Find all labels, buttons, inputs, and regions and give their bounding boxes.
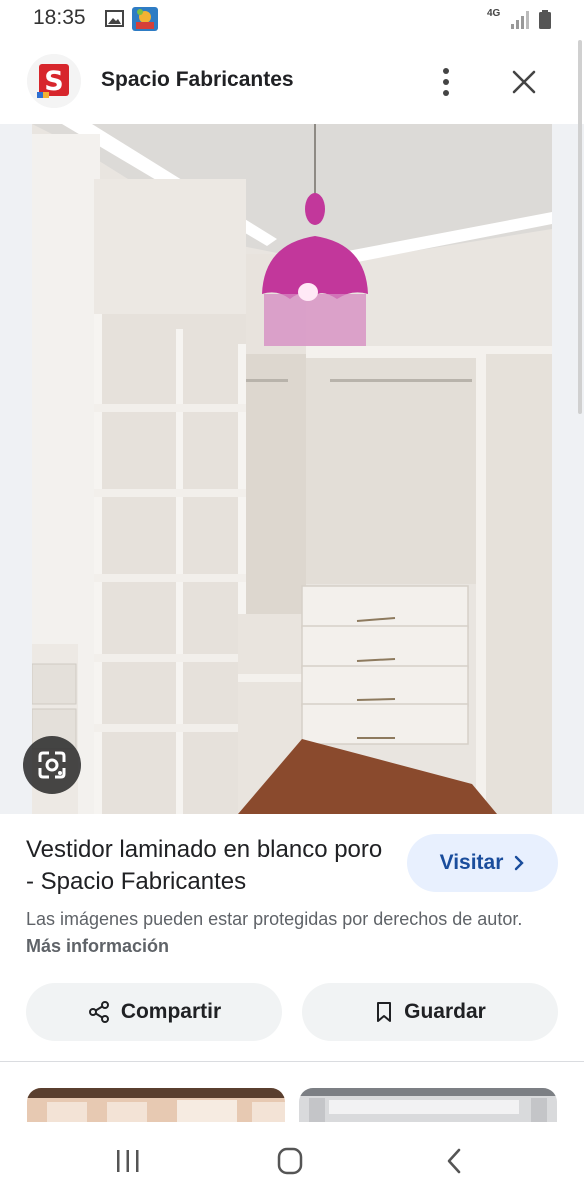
back-icon bbox=[447, 1148, 461, 1174]
recent-apps-icon bbox=[117, 1150, 139, 1172]
network-indicator: 4G bbox=[487, 8, 501, 19]
battery-icon bbox=[539, 10, 551, 29]
result-title[interactable]: Vestidor laminado en blanco poro - Spaci… bbox=[26, 834, 396, 898]
image-viewer bbox=[0, 124, 584, 814]
divider bbox=[0, 1061, 584, 1062]
save-label: Guardar bbox=[404, 1000, 486, 1023]
copyright-text: Las imágenes pueden estar protegidas por… bbox=[26, 909, 523, 929]
more-vert-icon bbox=[443, 68, 449, 96]
home-button[interactable] bbox=[272, 1144, 308, 1178]
signal-icon bbox=[511, 11, 529, 29]
site-logo-image: S bbox=[27, 54, 81, 108]
status-time: 18:35 bbox=[33, 6, 86, 29]
app-notification-icon bbox=[132, 7, 158, 31]
recent-apps-button[interactable] bbox=[110, 1144, 146, 1178]
visit-button[interactable]: Visitar bbox=[407, 834, 558, 892]
site-title[interactable]: Spacio Fabricantes bbox=[101, 68, 294, 92]
chevron-right-icon bbox=[515, 855, 525, 871]
close-icon bbox=[512, 70, 536, 94]
google-lens-icon bbox=[38, 751, 66, 779]
scrollbar[interactable] bbox=[578, 40, 582, 414]
visit-label: Visitar bbox=[439, 851, 504, 874]
gallery-icon bbox=[105, 10, 124, 27]
main-image[interactable] bbox=[32, 124, 552, 814]
back-button[interactable] bbox=[438, 1144, 470, 1178]
share-label: Compartir bbox=[120, 1000, 222, 1023]
copyright-notice: Las imágenes pueden estar protegidas por… bbox=[26, 906, 546, 960]
share-icon bbox=[88, 1001, 109, 1023]
bookmark-icon bbox=[377, 1002, 392, 1022]
more-info-link[interactable]: Más información bbox=[26, 936, 169, 956]
navigation-bar bbox=[0, 1122, 584, 1200]
google-lens-button[interactable] bbox=[23, 736, 81, 794]
home-icon bbox=[277, 1147, 303, 1175]
share-button[interactable]: Compartir bbox=[26, 983, 282, 1041]
save-button[interactable]: Guardar bbox=[302, 983, 558, 1041]
header: S Spacio Fabricantes bbox=[0, 40, 584, 124]
more-options-button[interactable] bbox=[430, 62, 462, 102]
status-bar: 18:35 4G bbox=[0, 0, 584, 40]
site-logo[interactable]: S bbox=[27, 54, 81, 108]
close-button[interactable] bbox=[506, 62, 542, 102]
